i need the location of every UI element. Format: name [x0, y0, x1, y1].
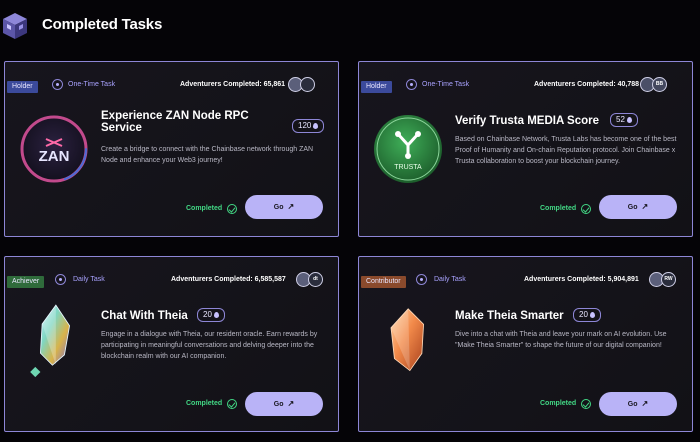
points-badge: 20 — [197, 308, 225, 322]
avatar — [300, 77, 315, 92]
task-description: Engage in a dialogue with Theia, our res… — [101, 331, 318, 360]
completed-status: Completed — [540, 400, 577, 407]
check-circle-icon — [227, 204, 237, 214]
task-card-zan: Holder One-Time Task Adventurers Complet… — [4, 61, 339, 237]
adventurers-label: Adventurers Completed: 6,585,587 — [171, 276, 286, 283]
task-title[interactable]: Make Theia Smarter — [455, 310, 575, 322]
arrow-up-right-icon: ↗ — [287, 202, 295, 211]
clock-icon — [52, 79, 63, 90]
go-button[interactable]: Go ↗ — [599, 195, 677, 219]
task-description: Create a bridge to connect with the Chai… — [101, 146, 314, 164]
task-card-chat-theia: Achiever Daily Task Adventurers Complete… — [4, 256, 339, 432]
task-card-trusta: Holder One-Time Task Adventurers Complet… — [358, 61, 693, 237]
completed-status: Completed — [186, 400, 223, 407]
go-button[interactable]: Go ↗ — [245, 392, 323, 416]
avatar: RW — [661, 272, 676, 287]
task-description: Dive into a chat with Theia and leave yo… — [455, 331, 667, 349]
completed-status: Completed — [186, 205, 223, 212]
calendar-icon — [416, 274, 427, 285]
task-description: Based on Chainbase Network, Trusta Labs … — [455, 136, 677, 165]
trusta-logo-icon: TRUSTA — [374, 115, 442, 183]
task-card-make-theia-smarter: Contributor Daily Task Adventurers Compl… — [358, 256, 693, 432]
task-type-label: Daily Task — [434, 276, 466, 283]
adventurers-count: 6,585,587 — [254, 276, 286, 283]
check-circle-icon — [581, 399, 591, 409]
orange-crystal-icon — [390, 308, 425, 372]
page-header: Completed Tasks — [0, 0, 700, 50]
cube-logo-icon — [3, 13, 27, 39]
task-title[interactable]: Experience ZAN Node RPC Service — [101, 110, 281, 134]
adventurers-count: 40,788 — [617, 81, 640, 88]
avatar-stack: BB — [640, 77, 680, 92]
adventurers-label: Adventurers Completed: 5,904,891 — [524, 276, 639, 283]
tier-tag: Contributor — [361, 276, 406, 288]
crystal-icon — [30, 304, 71, 378]
avatar-stack — [288, 77, 328, 92]
avatar: BB — [652, 77, 667, 92]
task-type-label: One-Time Task — [422, 81, 470, 88]
go-button[interactable]: Go ↗ — [245, 195, 323, 219]
avatar-stack: RW — [649, 272, 683, 287]
points-badge: 52 — [610, 113, 638, 127]
droplet-icon — [313, 123, 319, 129]
task-type-label: One-Time Task — [68, 81, 116, 88]
check-circle-icon — [227, 399, 237, 409]
svg-text:TRUSTA: TRUSTA — [394, 164, 422, 171]
arrow-up-right-icon: ↗ — [287, 399, 295, 408]
adventurers-label: Adventurers Completed: 40,788 — [534, 81, 640, 88]
tier-tag: Achiever — [7, 276, 45, 288]
go-button[interactable]: Go ↗ — [599, 392, 677, 416]
droplet-icon — [626, 117, 632, 123]
clock-icon — [406, 79, 417, 90]
zan-logo-icon: ZAN — [20, 115, 88, 183]
avatar: dt — [308, 272, 323, 287]
tier-tag: Holder — [7, 81, 38, 93]
page-title: Completed Tasks — [42, 16, 163, 33]
droplet-icon — [589, 312, 595, 318]
points-badge: 20 — [573, 308, 601, 322]
completed-status: Completed — [540, 205, 577, 212]
adventurers-label: Adventurers Completed: 65,861 — [180, 81, 286, 88]
droplet-icon — [213, 312, 219, 318]
adventurers-count: 65,861 — [263, 81, 286, 88]
tier-tag: Holder — [361, 81, 392, 93]
task-title[interactable]: Verify Trusta MEDIA Score — [455, 115, 615, 127]
adventurers-count: 5,904,891 — [607, 276, 639, 283]
calendar-icon — [55, 274, 66, 285]
arrow-up-right-icon: ↗ — [641, 202, 649, 211]
check-circle-icon — [581, 204, 591, 214]
avatar-stack: dt — [296, 272, 330, 287]
arrow-up-right-icon: ↗ — [641, 399, 649, 408]
points-badge: 120 — [292, 119, 325, 133]
task-type-label: Daily Task — [73, 276, 105, 283]
svg-text:ZAN: ZAN — [39, 148, 70, 165]
